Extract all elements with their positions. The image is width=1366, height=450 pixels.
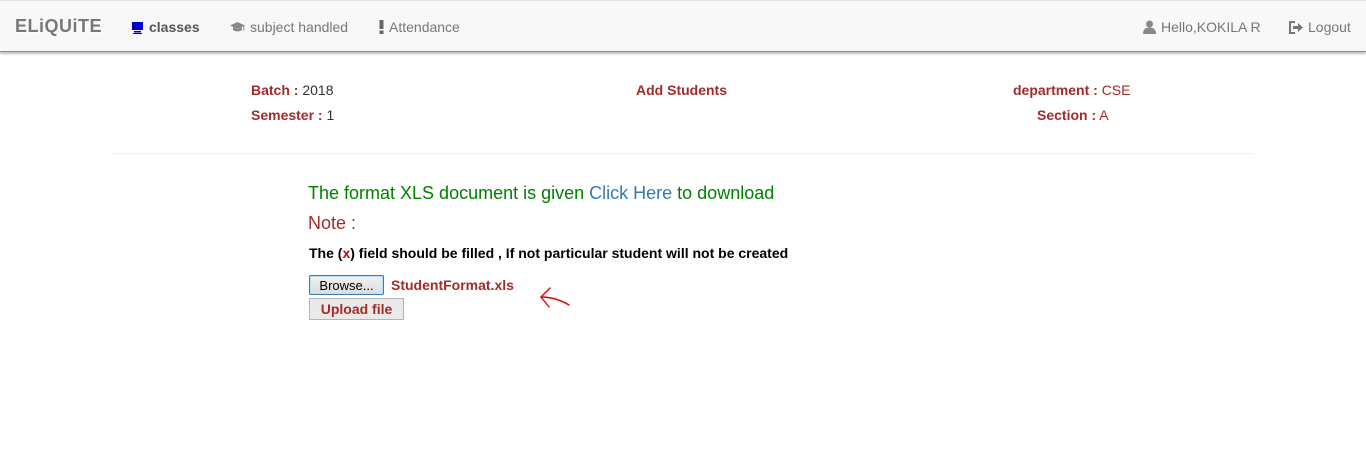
semester-value: 1 [326,107,335,123]
exclamation-icon [379,20,384,34]
divider [113,153,1253,154]
section-value: A [1099,107,1109,123]
nav-item-label: Attendance [389,19,460,35]
logout-icon [1289,20,1303,34]
department-info: department : CSE [1013,82,1130,98]
nav-item-subject-handled[interactable]: subject handled [230,19,348,35]
graduation-cap-icon [230,22,245,32]
user-icon [1143,20,1156,34]
top-navbar: ELiQUiTE classes subject handled Attenda… [0,0,1366,52]
department-value: CSE [1101,82,1131,98]
user-greeting: Hello,KOKILA R [1161,19,1261,35]
rule-prefix: The ( [309,245,343,261]
semester-label: Semester : [251,107,323,123]
format-instruction: The format XLS document is given Click H… [308,183,774,204]
format-suffix: to download [672,183,775,203]
semester-info: Semester : 1 [251,107,334,123]
page-title: Add Students [636,82,727,98]
logout-link[interactable]: Logout [1289,19,1351,35]
nav-item-label: subject handled [250,19,349,35]
format-prefix: The format XLS document is given [308,183,590,203]
batch-info: Batch : 2018 [251,82,334,98]
nav-item-label: classes [149,19,200,35]
required-field-rule: The (x) field should be filled , If not … [309,245,788,261]
batch-label: Batch : [251,82,299,98]
download-format-link[interactable]: Click Here [589,183,672,203]
annotation-arrow-icon [540,287,570,308]
brand-logo[interactable]: ELiQUiTE [15,16,102,37]
desktop-icon [132,21,143,34]
batch-value: 2018 [302,82,334,98]
note-label: Note : [308,213,357,233]
nav-item-attendance[interactable]: Attendance [379,19,460,35]
upload-file-button[interactable]: Upload file [309,298,404,320]
section-label: Section : [1037,107,1097,123]
user-menu[interactable]: Hello,KOKILA R [1143,19,1261,35]
logout-label: Logout [1308,19,1351,35]
department-label: department : [1013,82,1098,98]
rule-suffix: ) field should be filled , If not partic… [350,245,789,261]
selected-file-name: StudentFormat.xls [391,277,514,293]
browse-button[interactable]: Browse... [309,275,384,295]
nav-item-classes[interactable]: classes [131,19,200,35]
section-info: Section : A [1037,107,1109,123]
